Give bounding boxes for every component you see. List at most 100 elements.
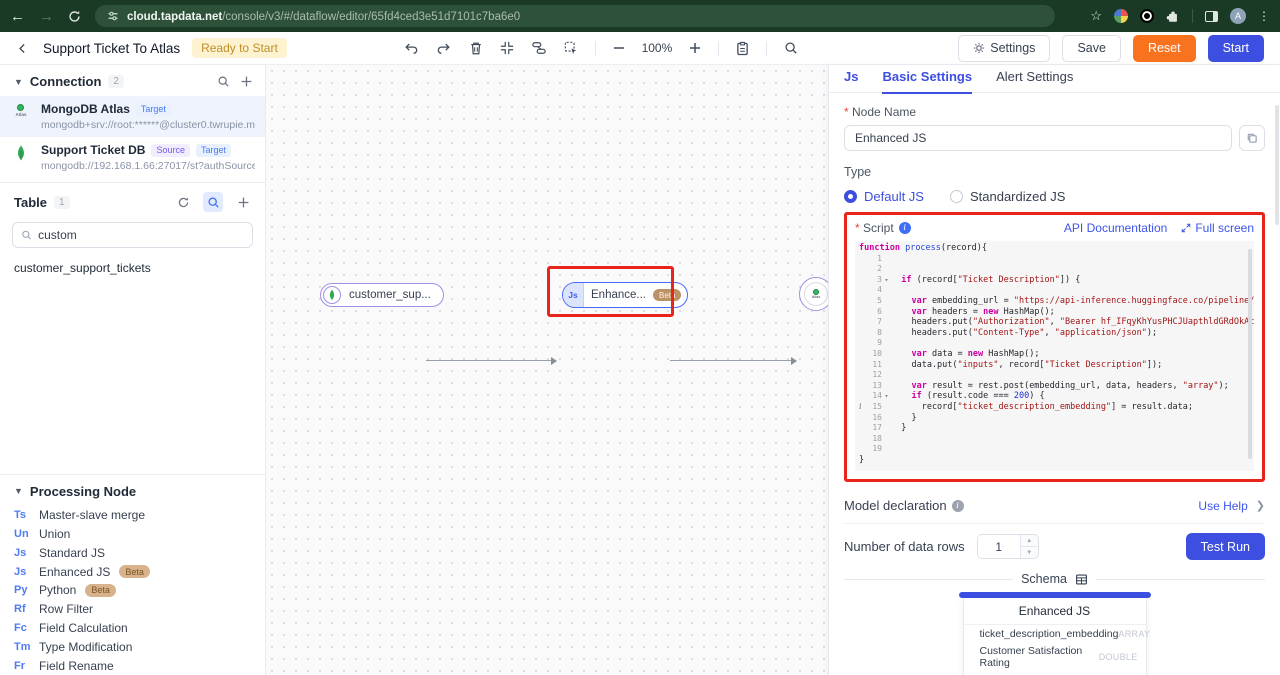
connection-name: Support Ticket DB <box>41 143 146 157</box>
processing-node-item[interactable]: Fr Field Rename <box>0 656 265 675</box>
api-documentation-link[interactable]: API Documentation <box>1064 221 1167 235</box>
schema-field-row[interactable]: ticket_description_embedding ARRAY <box>964 625 1150 642</box>
radio-default-js[interactable]: Default JS <box>844 189 924 204</box>
browser-menu-icon[interactable]: ⋮ <box>1258 9 1270 23</box>
panel-scrollbar[interactable] <box>1275 105 1279 225</box>
connection-item-support-ticket-db[interactable]: Support Ticket DB Source Target mongodb:… <box>0 137 265 178</box>
code-line: i 15 record["ticket_description_embedding… <box>859 401 1193 412</box>
browser-back-icon[interactable]: ← <box>10 9 25 24</box>
divider <box>718 40 720 56</box>
redo-icon[interactable] <box>436 41 452 55</box>
zoom-in-icon[interactable] <box>689 42 701 54</box>
connection-section-header[interactable]: ▼ Connection 2 <box>0 65 265 96</box>
connection-item-mongodb-atlas[interactable]: Atlas MongoDB Atlas Target mongodb+srv:/… <box>0 96 265 137</box>
processing-node-item[interactable]: Fc Field Calculation <box>0 619 265 638</box>
fullscreen-link[interactable]: Full screen <box>1181 221 1254 235</box>
code-wrapper-close: } <box>859 454 865 465</box>
enhanced-js-node[interactable]: Js Enhance... Beta <box>562 282 689 308</box>
type-label: Type <box>844 165 872 179</box>
browser-reload-icon[interactable] <box>68 10 81 23</box>
tab-alert-settings[interactable]: Alert Settings <box>996 69 1073 92</box>
connection-uri: mongodb://192.168.1.66:27017/st?authSour… <box>41 160 255 172</box>
chevron-right-icon[interactable]: ❯ <box>1256 499 1265 512</box>
tab-basic-settings[interactable]: Basic Settings <box>882 69 973 94</box>
source-table-node[interactable]: customer_sup... <box>320 283 444 307</box>
browser-avatar[interactable]: A <box>1230 8 1246 24</box>
refresh-icon[interactable] <box>173 192 193 212</box>
center-fit-icon[interactable] <box>500 41 514 55</box>
processing-node-item[interactable]: Js Enhanced JS Beta <box>0 562 265 581</box>
node-name-input[interactable] <box>844 125 1232 151</box>
table-search-input[interactable] <box>38 228 244 242</box>
processing-node-item[interactable]: Un Union <box>0 525 265 544</box>
copy-button[interactable] <box>1239 125 1265 151</box>
status-badge: Ready to Start <box>192 38 287 58</box>
schema-field-row[interactable]: Customer Satisfaction Rating DOUBLE <box>964 642 1146 671</box>
search-icon[interactable] <box>784 41 798 55</box>
auto-layout-icon[interactable] <box>531 41 547 55</box>
model-declaration-label: Model declaration <box>844 498 947 513</box>
info-icon[interactable]: i <box>951 499 964 512</box>
radio-standardized-js[interactable]: Standardized JS <box>949 189 1065 204</box>
schema-field-row[interactable]: _idOBJECT_ID <box>964 671 1146 675</box>
stepper-down-icon[interactable]: ▼ <box>1020 547 1038 558</box>
target-atlas-node[interactable]: Atlas <box>799 277 828 311</box>
back-chevron-icon[interactable] <box>16 42 29 55</box>
rows-value-field[interactable] <box>977 535 1020 558</box>
add-table-icon[interactable] <box>233 192 253 212</box>
stepper-up-icon[interactable]: ▲ <box>1020 535 1038 547</box>
mongodb-leaf-icon <box>323 286 341 304</box>
code-editor[interactable]: function process(record){ 1 2 3 ▾ if (recor… <box>855 241 1254 471</box>
browser-forward-icon[interactable]: → <box>39 9 54 24</box>
url-bar[interactable]: cloud.tapdata.net/console/v3/#/dataflow/… <box>95 5 1055 27</box>
collapse-caret-icon[interactable]: ▼ <box>14 486 23 496</box>
editor-scrollbar[interactable] <box>1248 249 1252 459</box>
processing-node-header[interactable]: ▼ Processing Node <box>0 475 265 506</box>
test-run-button[interactable]: Test Run <box>1185 533 1265 560</box>
profile-color-icon[interactable] <box>1114 9 1128 23</box>
schema-table-icon[interactable] <box>1075 573 1088 586</box>
processing-node-item[interactable]: Py Python Beta <box>0 581 265 600</box>
table-item-customer-support-tickets[interactable]: customer_support_tickets <box>0 254 265 282</box>
radio-icon <box>949 190 963 203</box>
extension-circle-icon[interactable] <box>1140 9 1154 23</box>
connection-name: MongoDB Atlas <box>41 102 130 116</box>
node-type-code: Js <box>14 546 27 559</box>
table-search-icon[interactable] <box>203 192 223 212</box>
copy-icon <box>1247 133 1257 143</box>
bookmark-star-icon[interactable]: ☆ <box>1090 8 1102 24</box>
table-section-header: Table 1 <box>0 183 265 219</box>
zoom-level[interactable]: 100% <box>642 41 673 55</box>
config-panel: Js Basic Settings Alert Settings Node Na… <box>828 65 1280 675</box>
use-help-link[interactable]: Use Help <box>1198 499 1247 513</box>
notes-icon[interactable] <box>736 41 749 56</box>
extensions-puzzle-icon[interactable] <box>1166 9 1180 23</box>
code-line: 16 } <box>872 412 917 423</box>
processing-node-item[interactable]: Rf Row Filter <box>0 600 265 619</box>
table-search-box[interactable] <box>12 222 253 248</box>
node-type-code: Js <box>14 565 27 578</box>
node-type-code: Un <box>14 528 29 541</box>
info-icon[interactable]: i <box>898 222 911 234</box>
settings-button[interactable]: Settings <box>958 34 1051 62</box>
processing-node-item[interactable]: Tm Type Modification <box>0 637 265 656</box>
processing-node-item[interactable]: Ts Master-slave merge <box>0 506 265 525</box>
side-panel-icon[interactable] <box>1205 10 1218 22</box>
undo-icon[interactable] <box>403 41 419 55</box>
schema-card: Enhanced JS ticket_description_embedding… <box>958 592 1151 675</box>
code-lines: 1 2 3 ▾ if (record["Ticket Description"]) {… <box>859 254 1254 455</box>
processing-node-item[interactable]: Js Standard JS <box>0 543 265 562</box>
delete-icon[interactable] <box>469 41 483 56</box>
collapse-caret-icon[interactable]: ▼ <box>14 77 23 87</box>
search-icon[interactable] <box>217 75 230 88</box>
start-button[interactable]: Start <box>1207 34 1264 62</box>
divider <box>594 40 596 56</box>
rows-number-input[interactable]: ▲ ▼ <box>976 534 1039 559</box>
add-connection-icon[interactable] <box>240 75 253 88</box>
save-button[interactable]: Save <box>1062 34 1121 62</box>
zoom-out-icon[interactable] <box>613 42 625 54</box>
reset-button[interactable]: Reset <box>1132 34 1196 62</box>
select-mode-icon[interactable] <box>564 41 578 55</box>
code-line: 17 } <box>872 423 907 434</box>
dataflow-canvas[interactable]: customer_sup... Js Enhance... Beta Atlas <box>266 65 828 675</box>
